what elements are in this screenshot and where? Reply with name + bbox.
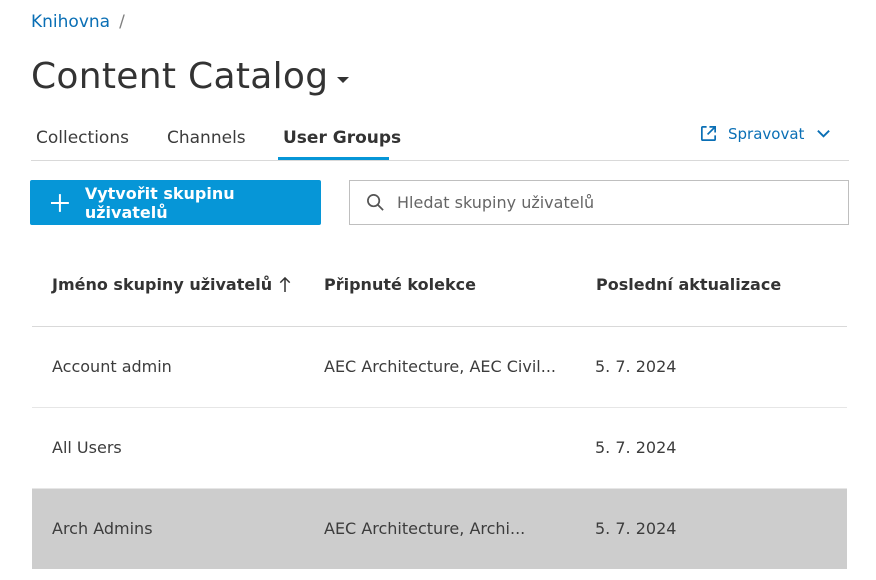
column-header-collections-label: Připnuté kolekce bbox=[324, 275, 476, 294]
create-user-group-button[interactable]: Vytvořit skupinu uživatelů bbox=[30, 180, 321, 225]
search-icon bbox=[367, 194, 384, 211]
sort-ascending-icon bbox=[279, 276, 291, 293]
cell-last-updated: 5. 7. 2024 bbox=[595, 519, 677, 538]
table-row[interactable]: Account admin AEC Architecture, AEC Civi… bbox=[32, 327, 847, 408]
search-input[interactable] bbox=[395, 192, 819, 213]
caret-down-icon bbox=[337, 76, 350, 83]
breadcrumb-separator: / bbox=[119, 12, 125, 32]
cell-last-updated: 5. 7. 2024 bbox=[595, 357, 677, 376]
table-row[interactable]: All Users 5. 7. 2024 bbox=[32, 408, 847, 489]
breadcrumb: Knihovna / bbox=[31, 12, 125, 32]
cell-last-updated: 5. 7. 2024 bbox=[595, 438, 677, 457]
tab-channels[interactable]: Channels bbox=[167, 128, 246, 148]
catalog-selector[interactable]: Content Catalog bbox=[31, 56, 350, 97]
column-header-name-label: Jméno skupiny uživatelů bbox=[52, 275, 273, 294]
column-header-collections[interactable]: Připnuté kolekce bbox=[324, 275, 476, 294]
tab-user-groups[interactable]: User Groups bbox=[283, 128, 401, 148]
manage-button[interactable]: Spravovat bbox=[699, 124, 831, 143]
column-header-updated-label: Poslední aktualizace bbox=[596, 275, 782, 294]
external-link-icon bbox=[700, 125, 717, 142]
search-box bbox=[349, 180, 849, 225]
cell-pinned-collections: AEC Architecture, AEC Civil... bbox=[324, 357, 556, 376]
cell-group-name: All Users bbox=[52, 438, 122, 457]
table-header: Jméno skupiny uživatelů Připnuté kolekce… bbox=[32, 246, 847, 327]
column-header-updated[interactable]: Poslední aktualizace bbox=[596, 275, 781, 294]
page-title: Content Catalog bbox=[31, 56, 329, 97]
create-button-label: Vytvořit skupinu uživatelů bbox=[84, 183, 235, 222]
chevron-down-icon bbox=[817, 130, 831, 138]
cell-pinned-collections: AEC Architecture, Archi... bbox=[324, 519, 526, 538]
tab-collections[interactable]: Collections bbox=[36, 128, 129, 148]
manage-label: Spravovat bbox=[728, 124, 805, 143]
breadcrumb-link-knihovna[interactable]: Knihovna bbox=[31, 12, 110, 32]
cell-group-name: Arch Admins bbox=[52, 519, 153, 538]
active-tab-indicator bbox=[278, 157, 389, 160]
cell-group-name: Account admin bbox=[52, 357, 172, 376]
table-row-selected[interactable]: Arch Admins AEC Architecture, Archi... 5… bbox=[32, 489, 847, 569]
plus-icon bbox=[50, 193, 69, 212]
column-header-name[interactable]: Jméno skupiny uživatelů bbox=[52, 275, 292, 294]
